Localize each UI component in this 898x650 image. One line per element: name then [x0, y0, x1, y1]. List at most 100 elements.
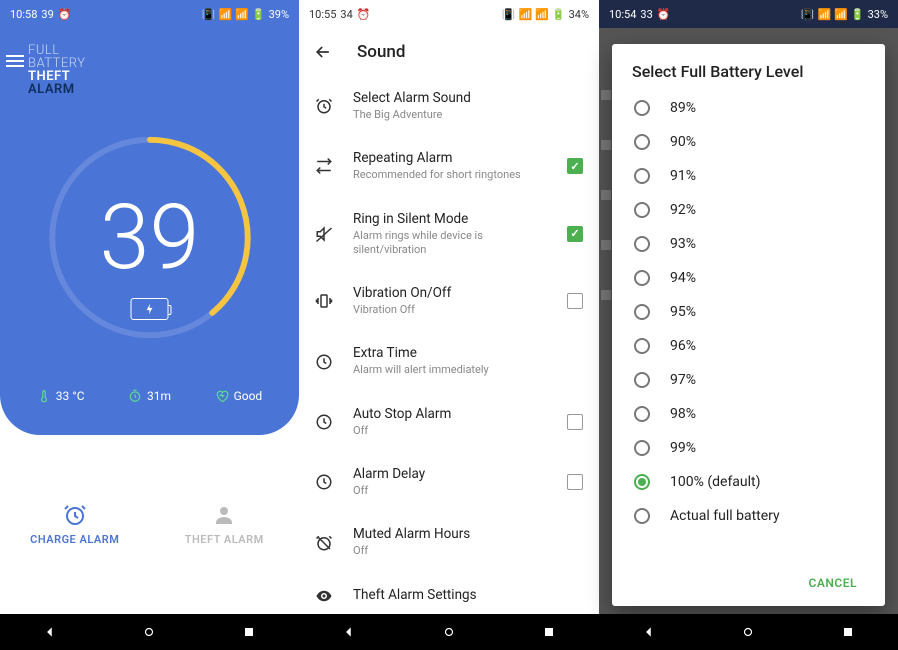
radio-button[interactable]: [634, 236, 650, 252]
signal-icon: 📶: [235, 8, 249, 21]
radio-option[interactable]: 99%: [612, 431, 885, 465]
setting-title: Select Alarm Sound: [353, 90, 583, 106]
setting-row[interactable]: Muted Alarm HoursOff: [299, 512, 599, 572]
radio-option[interactable]: 93%: [612, 227, 885, 261]
mute-icon: [313, 225, 335, 243]
radio-button[interactable]: [634, 134, 650, 150]
checkbox[interactable]: [567, 414, 583, 430]
radio-button[interactable]: [634, 406, 650, 422]
setting-subtitle: Off: [353, 484, 549, 498]
setting-texts: Repeating AlarmRecommended for short rin…: [353, 150, 549, 182]
checkbox[interactable]: [567, 293, 583, 309]
radio-option[interactable]: 100% (default): [612, 465, 885, 499]
radio-option[interactable]: 89%: [612, 91, 885, 125]
radio-label: 99%: [670, 440, 696, 456]
radio-option[interactable]: 95%: [612, 295, 885, 329]
screen-battery-level-dialog: 10:54 33 ⏰ 📳 📶 📶 🔋 33% Select Full Batte…: [599, 0, 898, 650]
checkbox[interactable]: [567, 474, 583, 490]
stat-temp: 33 °C: [37, 389, 85, 403]
setting-title: Muted Alarm Hours: [353, 526, 583, 542]
vibrate-icon: 📳: [801, 8, 815, 21]
radio-option[interactable]: 92%: [612, 193, 885, 227]
stats-row: 33 °C 31m Good: [0, 389, 299, 403]
radio-button[interactable]: [634, 168, 650, 184]
radio-button[interactable]: [634, 304, 650, 320]
setting-subtitle: Alarm rings while device is silent/vibra…: [353, 229, 549, 258]
nav-recent[interactable]: [541, 624, 557, 640]
radio-button[interactable]: [634, 474, 650, 490]
setting-row[interactable]: Select Alarm SoundThe Big Adventure: [299, 76, 599, 136]
nav-back[interactable]: [341, 624, 357, 640]
status-temp: 33: [640, 8, 652, 21]
radio-label: Actual full battery: [670, 508, 780, 524]
battery-level-dialog: Select Full Battery Level 89%90%91%92%93…: [612, 44, 885, 606]
dialog-actions: CANCEL: [612, 562, 885, 598]
radio-list[interactable]: 89% 90% 91% 92%93%94%95%96% 97% 98% 99% 100% (d…: [612, 91, 885, 562]
nav-recent[interactable]: [241, 624, 257, 640]
nav-back[interactable]: [641, 624, 657, 640]
radio-button[interactable]: [634, 270, 650, 286]
radio-label: 91%: [670, 168, 696, 184]
heart-icon: [215, 389, 229, 403]
cancel-button[interactable]: CANCEL: [799, 568, 867, 598]
radio-button[interactable]: [634, 100, 650, 116]
stat-health: Good: [215, 389, 263, 403]
radio-label: 97%: [670, 372, 696, 388]
vibrate-icon: 📳: [502, 8, 516, 21]
nav-home[interactable]: [740, 624, 756, 640]
vibrate-icon: 📳: [202, 8, 216, 21]
nav-back[interactable]: [42, 624, 58, 640]
setting-row[interactable]: Theft Alarm Settings: [299, 573, 599, 614]
setting-row[interactable]: Repeating AlarmRecommended for short rin…: [299, 136, 599, 196]
radio-option[interactable]: 97%: [612, 363, 885, 397]
radio-option[interactable]: 98%: [612, 397, 885, 431]
nav-bar: [0, 614, 299, 650]
checkbox[interactable]: [567, 158, 583, 174]
radio-label: 98%: [670, 406, 696, 422]
radio-button[interactable]: [634, 372, 650, 388]
tab-charge-alarm[interactable]: CHARGE ALARM: [0, 435, 150, 614]
nav-recent[interactable]: [840, 624, 856, 640]
battery-icon: 🔋: [252, 8, 266, 21]
setting-row[interactable]: Extra TimeAlarm will alert immediately: [299, 331, 599, 391]
status-temp: 39: [41, 8, 53, 21]
radio-button[interactable]: [634, 440, 650, 456]
radio-button[interactable]: [634, 202, 650, 218]
setting-texts: Auto Stop AlarmOff: [353, 406, 549, 438]
radio-option[interactable]: Actual full battery: [612, 499, 885, 533]
radio-option[interactable]: 90%: [612, 125, 885, 159]
radio-label: 90%: [670, 134, 696, 150]
settings-title: Sound: [357, 42, 405, 62]
repeat-icon: [313, 157, 335, 175]
settings-list[interactable]: Select Alarm SoundThe Big Adventure Repea…: [299, 76, 599, 614]
timer-icon: [128, 389, 142, 403]
stat-health-value: Good: [234, 389, 263, 403]
screen-home: 10:58 39 ⏰ 📳 📶 📶 🔋 39% FULL BATTERY THEF…: [0, 0, 299, 650]
setting-row[interactable]: Ring in Silent ModeAlarm rings while dev…: [299, 197, 599, 272]
status-temp: 34: [340, 8, 352, 21]
tab-theft-alarm[interactable]: THEFT ALARM: [150, 435, 300, 614]
setting-row[interactable]: Auto Stop AlarmOff: [299, 392, 599, 452]
radio-option[interactable]: 94%: [612, 261, 885, 295]
setting-title: Alarm Delay: [353, 466, 549, 482]
menu-button[interactable]: [6, 55, 24, 67]
radio-button[interactable]: [634, 508, 650, 524]
setting-subtitle: Alarm will alert immediately: [353, 363, 583, 377]
nav-bar: [599, 614, 898, 650]
setting-row[interactable]: Vibration On/OffVibration Off: [299, 271, 599, 331]
alarm-clock-icon: [313, 97, 335, 115]
battery-pct: 39%: [269, 8, 289, 21]
radio-button[interactable]: [634, 338, 650, 354]
setting-subtitle: Recommended for short ringtones: [353, 168, 549, 182]
signal-icon: 📶: [535, 8, 549, 21]
radio-option[interactable]: 91%: [612, 159, 885, 193]
radio-option[interactable]: 96%: [612, 329, 885, 363]
checkbox[interactable]: [567, 226, 583, 242]
battery-icon: 🔋: [552, 8, 566, 21]
status-bar: 10:58 39 ⏰ 📳 📶 📶 🔋 39%: [0, 0, 299, 28]
nav-home[interactable]: [141, 624, 157, 640]
setting-row[interactable]: Alarm Delay Off: [299, 452, 599, 512]
back-arrow-icon[interactable]: [313, 42, 333, 62]
nav-home[interactable]: [441, 624, 457, 640]
nav-bar: [299, 614, 599, 650]
